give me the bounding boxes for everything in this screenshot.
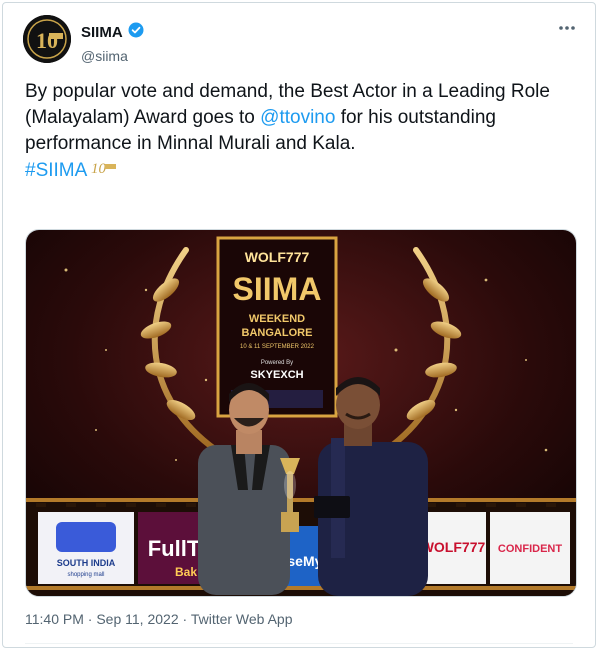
siima-logo-avatar: 10 <box>23 15 71 63</box>
meta-separator-2: · <box>178 611 191 627</box>
backdrop-subtitle1: WEEKEND <box>249 313 305 325</box>
backdrop-sponsor: SKYEXCH <box>250 369 303 381</box>
hashtag-link[interactable]: #SIIMA <box>25 158 87 184</box>
backdrop-date: 10 & 11 SEPTEMBER 2022 <box>240 344 315 350</box>
tweet-meta: 11:40 PM · Sep 11, 2022 · Twitter Web Ap… <box>25 611 293 627</box>
tweet-card: 10 SIIMA @siima By popular vote and dema… <box>2 2 596 648</box>
backdrop-title: SIIMA <box>233 271 322 307</box>
tweet-source[interactable]: Twitter Web App <box>191 611 293 627</box>
banner-bak: Bak <box>175 565 197 579</box>
meta-separator: · <box>83 611 97 627</box>
svg-text:10: 10 <box>36 28 58 53</box>
banner-shopping-mall: shopping mall <box>67 572 104 578</box>
banner-south-india: SOUTH INDIA <box>57 558 116 568</box>
tweet-text: By popular vote and demand, the Best Act… <box>25 79 565 185</box>
handle[interactable]: @siima <box>81 48 145 64</box>
tweet-photo[interactable]: WOLF777 SIIMA WEEKEND BANGALORE 10 & 11 … <box>25 229 577 597</box>
banner-confident: CONFIDENT <box>498 543 562 555</box>
backdrop-brand: WOLF777 <box>245 249 310 265</box>
verified-badge-icon <box>127 21 145 44</box>
banner-fullt: FullT <box>148 536 201 561</box>
svg-text:10: 10 <box>91 161 107 177</box>
divider <box>25 643 573 644</box>
avatar[interactable]: 10 <box>23 15 71 63</box>
mention-link[interactable]: @ttovino <box>260 107 335 128</box>
author-names: SIIMA @siima <box>81 21 145 64</box>
tweet-time[interactable]: 11:40 PM <box>25 611 84 627</box>
backdrop-powered-by: Powered By <box>261 360 293 366</box>
award-ceremony-photo: WOLF777 SIIMA WEEKEND BANGALORE 10 & 11 … <box>26 230 576 596</box>
backdrop-subtitle2: BANGALORE <box>242 327 313 339</box>
banner-wolf: WOLF777 <box>421 539 486 555</box>
tweet-date[interactable]: Sep 11, 2022 <box>96 611 178 627</box>
more-icon[interactable] <box>555 19 579 37</box>
display-name[interactable]: SIIMA <box>81 24 123 41</box>
hashflag-icon: 10 <box>91 157 117 185</box>
tweet-header: 10 SIIMA @siima <box>23 15 579 67</box>
